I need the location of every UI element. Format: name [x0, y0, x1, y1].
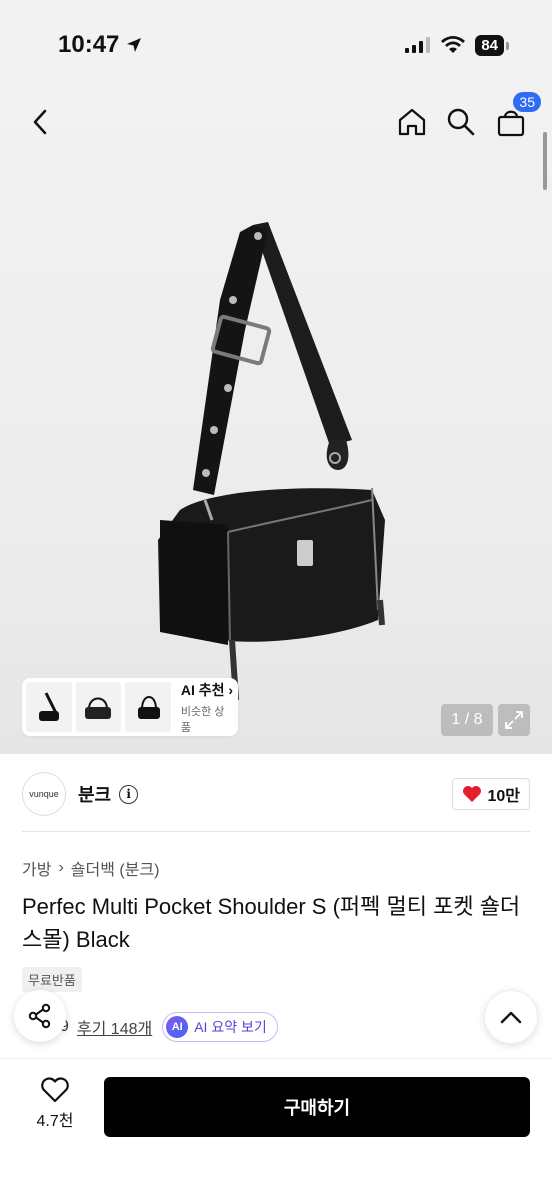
expand-button[interactable] — [498, 704, 530, 736]
seller-name[interactable]: 분크 — [78, 781, 111, 807]
search-icon — [447, 108, 475, 136]
thumbnail-strip: AI 추천 › 비슷한 상품 — [22, 678, 238, 736]
bottom-action-bar: 4.7천 구매하기 — [0, 1058, 552, 1200]
product-detail-page: 10:47 84 35 AI 추천 › 비슷한 상품 1 / 8 vunque … — [0, 0, 552, 1200]
ai-summary-button[interactable]: AI AI 요약 보기 — [162, 1012, 278, 1042]
ai-badge-icon: AI — [166, 1016, 189, 1038]
status-indicators: 84 — [405, 34, 509, 56]
wishlist-count: 4.7천 — [36, 1113, 74, 1130]
back-chevron-icon — [33, 109, 47, 135]
heart-filled-icon — [463, 786, 482, 802]
expand-icon — [505, 711, 523, 729]
status-time: 10:47 — [58, 31, 120, 58]
bag-thumbnail-icon — [138, 696, 161, 719]
location-arrow-icon — [127, 38, 142, 52]
product-title: Perfec Multi Pocket Shoulder S (퍼펙 멀티 포켓… — [22, 894, 521, 952]
chevron-up-icon — [500, 1011, 522, 1024]
ai-recommend-title: AI 추천 › — [180, 681, 234, 698]
bag-thumbnail-icon — [38, 692, 59, 721]
battery-icon: 84 — [475, 34, 509, 56]
share-icon — [28, 1003, 51, 1029]
divider — [22, 831, 530, 832]
breadcrumb: 가방 › 숄더백 (분크) — [22, 856, 159, 880]
ai-recommend-subtitle: 비슷한 상품 — [180, 705, 225, 734]
top-navigation: 35 — [0, 92, 552, 148]
home-icon — [398, 108, 426, 136]
status-bar: 10:47 84 — [0, 0, 552, 90]
wifi-icon — [441, 36, 466, 53]
status-time-group: 10:47 — [58, 31, 143, 59]
share-button[interactable] — [14, 990, 66, 1042]
review-row: 9 후기 148개 AI AI 요약 보기 — [60, 1012, 278, 1042]
ai-recommend-link[interactable]: AI 추천 › 비슷한 상품 — [181, 680, 234, 735]
breadcrumb-item[interactable]: 숄더백 (분크) — [71, 856, 160, 880]
chevron-right-icon: › — [58, 859, 64, 876]
info-icon[interactable]: i — [119, 784, 139, 804]
search-button[interactable] — [439, 96, 483, 148]
ai-summary-label: AI 요약 보기 — [194, 1019, 267, 1035]
breadcrumb-item[interactable]: 가방 — [22, 856, 51, 880]
home-button[interactable] — [390, 96, 434, 148]
cart-button[interactable]: 35 — [489, 92, 541, 148]
wishlist-button[interactable]: 4.7천 — [22, 1077, 88, 1137]
back-button[interactable] — [18, 96, 62, 148]
buy-button[interactable]: 구매하기 — [104, 1077, 530, 1137]
seller-logo[interactable]: vunque — [22, 772, 66, 816]
cart-count-badge: 35 — [513, 92, 541, 112]
thumbnail-2[interactable] — [75, 682, 122, 732]
seller-row: vunque 분크 i 10만 — [22, 770, 530, 818]
thumbnail-3[interactable] — [125, 682, 171, 732]
image-counter: 1 / 8 — [441, 704, 493, 736]
heart-outline-icon — [41, 1077, 69, 1103]
thumbnail-1[interactable] — [26, 682, 72, 732]
like-button[interactable]: 10만 — [452, 778, 530, 810]
free-return-tag: 무료반품 — [22, 967, 82, 992]
like-count: 10만 — [487, 788, 520, 805]
scroll-top-button[interactable] — [484, 990, 538, 1044]
bag-thumbnail-icon — [85, 697, 112, 719]
chevron-right-icon: › — [228, 681, 234, 698]
reviews-link[interactable]: 후기 148개 — [77, 1015, 152, 1039]
signal-icon — [405, 37, 431, 53]
